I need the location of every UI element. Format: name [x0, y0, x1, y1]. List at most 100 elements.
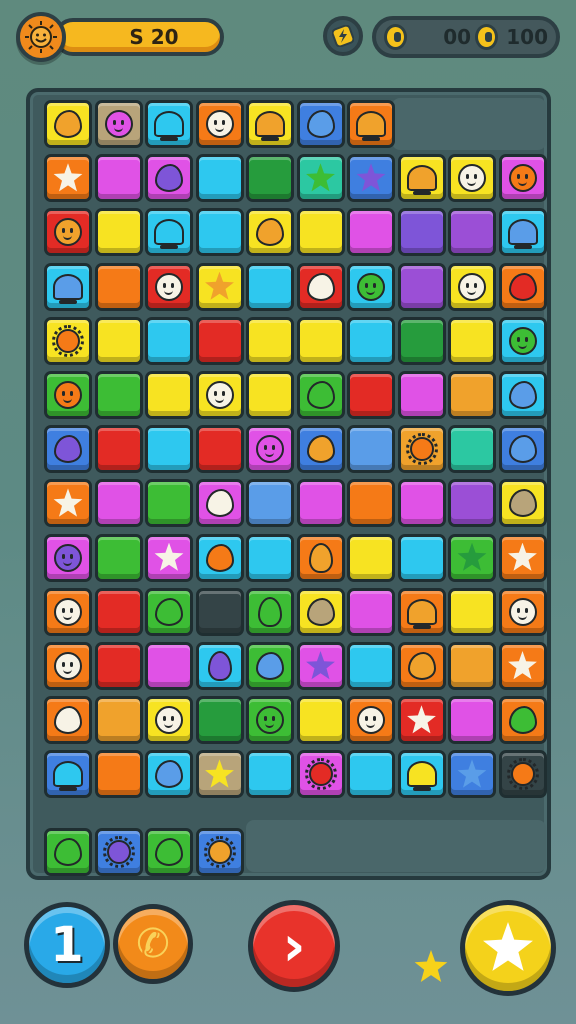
game-tile[interactable] [498, 371, 547, 419]
game-tile[interactable] [296, 425, 345, 474]
game-tile[interactable] [246, 425, 294, 474]
game-tile[interactable] [347, 696, 395, 745]
game-tile[interactable] [296, 100, 345, 148]
game-tile[interactable] [347, 262, 395, 311]
game-tile[interactable] [347, 750, 395, 799]
game-tile[interactable] [347, 371, 395, 419]
game-tile[interactable] [94, 371, 143, 419]
game-tile[interactable] [246, 479, 294, 528]
game-tile[interactable] [145, 371, 193, 419]
game-tile[interactable] [145, 316, 193, 365]
one-button[interactable]: 1 [24, 902, 110, 988]
game-tile[interactable] [145, 100, 193, 148]
game-tile[interactable] [296, 316, 345, 365]
game-tile[interactable] [246, 533, 294, 582]
player-avatar[interactable] [16, 12, 66, 62]
game-tile[interactable] [296, 750, 345, 799]
game-tile[interactable] [44, 750, 92, 799]
game-tile[interactable] [246, 208, 294, 257]
game-tile[interactable] [397, 262, 446, 311]
game-tile[interactable] [44, 316, 92, 365]
game-tile[interactable] [448, 479, 496, 528]
game-tile[interactable] [246, 371, 294, 419]
game-tile[interactable] [246, 100, 294, 148]
game-tile[interactable] [145, 587, 193, 636]
game-tile[interactable] [145, 696, 193, 745]
game-tile[interactable] [195, 696, 244, 745]
game-tile[interactable] [195, 371, 244, 419]
game-tile[interactable] [145, 828, 193, 876]
game-tile[interactable] [94, 316, 143, 365]
game-tile[interactable] [195, 479, 244, 528]
game-tile[interactable] [195, 828, 244, 876]
game-tile[interactable] [296, 479, 345, 528]
phone-button[interactable]: ✆ [113, 904, 193, 984]
game-tile[interactable] [347, 100, 395, 148]
game-tile[interactable] [195, 425, 244, 474]
game-tile[interactable] [498, 262, 547, 311]
game-tile[interactable] [94, 696, 143, 745]
game-tile[interactable] [448, 154, 496, 203]
game-tile[interactable] [397, 750, 446, 799]
game-tile[interactable] [94, 262, 143, 311]
game-tile[interactable] [145, 533, 193, 582]
game-tile[interactable] [498, 479, 547, 528]
game-tile[interactable] [145, 208, 193, 257]
game-tile[interactable] [44, 262, 92, 311]
game-tile[interactable] [94, 750, 143, 799]
game-tile[interactable] [195, 262, 244, 311]
game-tile[interactable] [397, 208, 446, 257]
game-tile[interactable] [296, 696, 345, 745]
boost-button[interactable] [323, 16, 363, 56]
game-tile[interactable] [397, 533, 446, 582]
game-tile[interactable] [94, 642, 143, 690]
game-tile[interactable] [397, 696, 446, 745]
game-tile[interactable] [397, 479, 446, 528]
game-tile[interactable] [195, 154, 244, 203]
game-tile[interactable] [397, 154, 446, 203]
game-tile[interactable] [44, 100, 92, 148]
game-tile[interactable] [448, 371, 496, 419]
game-tile[interactable] [498, 750, 547, 799]
game-tile[interactable] [296, 262, 345, 311]
game-tile[interactable] [195, 642, 244, 690]
game-tile[interactable] [145, 425, 193, 474]
game-tile[interactable] [498, 316, 547, 365]
game-tile[interactable] [448, 425, 496, 474]
game-tile[interactable] [246, 154, 294, 203]
game-tile[interactable] [448, 262, 496, 311]
game-tile[interactable] [347, 642, 395, 690]
game-tile[interactable] [498, 208, 547, 257]
game-tile[interactable] [498, 587, 547, 636]
game-tile[interactable] [498, 696, 547, 745]
game-tile[interactable] [44, 479, 92, 528]
game-tile[interactable] [448, 587, 496, 636]
game-tile[interactable] [397, 642, 446, 690]
game-tile[interactable] [448, 696, 496, 745]
game-tile[interactable] [347, 154, 395, 203]
game-tile[interactable] [397, 316, 446, 365]
game-tile[interactable] [296, 533, 345, 582]
game-tile[interactable] [94, 100, 143, 148]
game-tile[interactable] [195, 533, 244, 582]
game-tile[interactable] [498, 642, 547, 690]
game-tile[interactable] [44, 587, 92, 636]
game-tile[interactable] [246, 642, 294, 690]
game-tile[interactable] [296, 154, 345, 203]
game-tile[interactable] [145, 154, 193, 203]
game-tile[interactable] [347, 208, 395, 257]
game-tile[interactable] [94, 828, 143, 876]
game-tile[interactable] [296, 587, 345, 636]
game-tile[interactable] [397, 371, 446, 419]
game-tile[interactable] [44, 828, 92, 876]
game-tile[interactable] [145, 750, 193, 799]
game-tile[interactable] [397, 425, 446, 474]
game-tile[interactable] [195, 100, 244, 148]
game-tile[interactable] [44, 642, 92, 690]
game-tile[interactable] [397, 587, 446, 636]
game-tile[interactable] [145, 479, 193, 528]
game-tile[interactable] [246, 750, 294, 799]
game-tile[interactable] [246, 587, 294, 636]
game-tile[interactable] [246, 262, 294, 311]
game-tile[interactable] [44, 696, 92, 745]
